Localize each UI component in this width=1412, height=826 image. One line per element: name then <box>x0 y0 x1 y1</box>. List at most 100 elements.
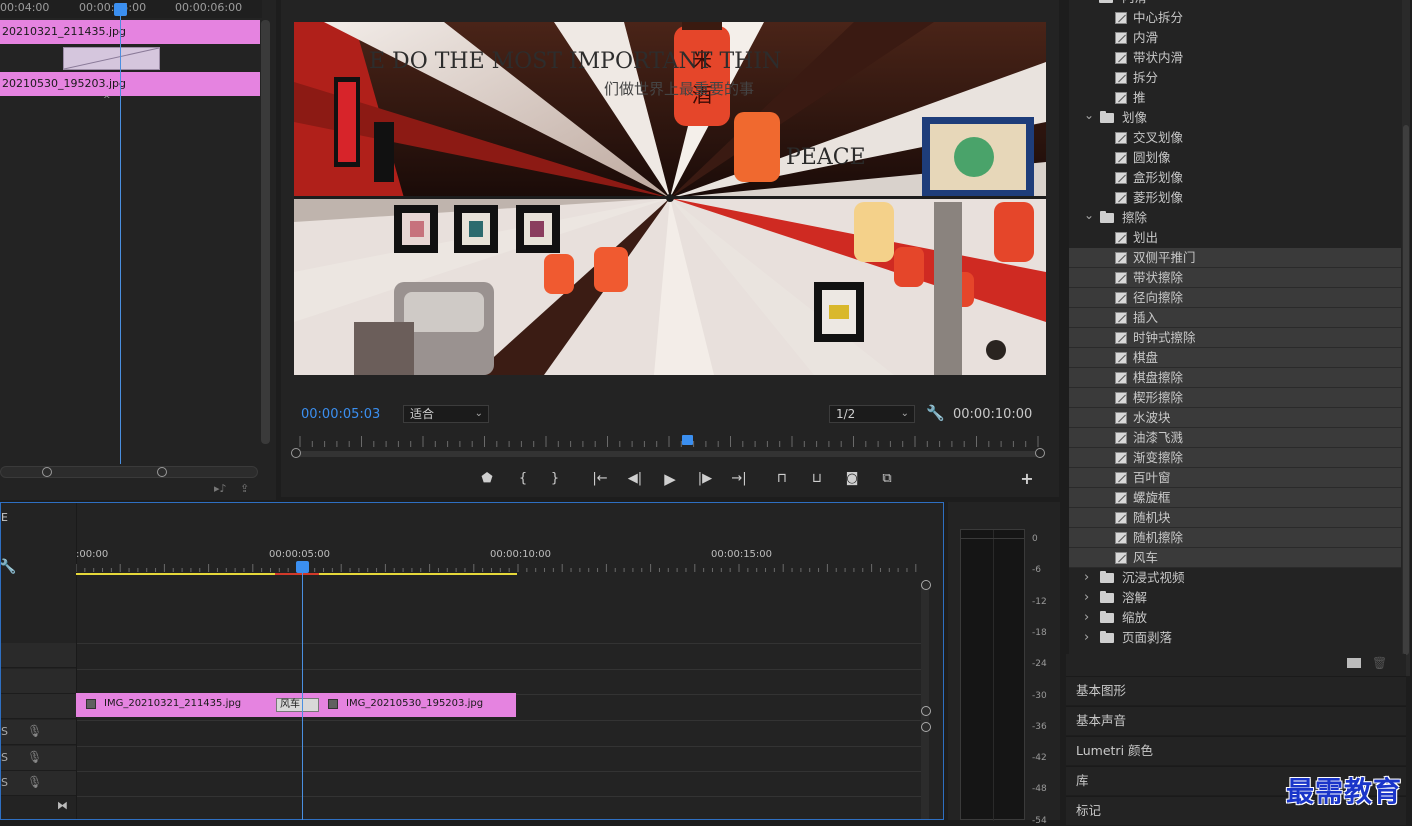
new-bin-icon[interactable] <box>1347 658 1361 668</box>
effect-item[interactable]: 盒形划像 <box>1069 168 1401 188</box>
go-to-out-button[interactable]: →| <box>729 470 749 488</box>
effects-scrollbar-thumb[interactable] <box>1403 125 1409 655</box>
extract-button[interactable]: ⊔ <box>807 470 827 488</box>
timeline-vertical-scrollbar[interactable] <box>921 583 929 819</box>
trash-icon[interactable]: 🗑 <box>1372 656 1387 670</box>
current-timecode[interactable]: 00:00:05:03 <box>301 407 380 422</box>
effect-item[interactable]: 风车 <box>1069 548 1401 568</box>
compare-view-button[interactable]: ⧉ <box>877 470 897 488</box>
effect-folder[interactable]: › 页面剥落 <box>1069 628 1401 648</box>
chevron-down-icon[interactable]: ⌄ <box>1084 205 1094 225</box>
scroll-handle-right[interactable] <box>157 467 167 477</box>
chevron-down-icon[interactable]: ⌄ <box>1084 105 1094 125</box>
source-clip-b[interactable]: 20210530_195203.jpg <box>0 72 260 96</box>
effect-item[interactable]: 百叶窗 <box>1069 468 1401 488</box>
chevron-up-icon[interactable]: ^ <box>103 95 111 105</box>
effect-item[interactable]: 推 <box>1069 88 1401 108</box>
wrench-icon[interactable]: 🔧 <box>926 404 945 422</box>
effect-item[interactable]: 圆划像 <box>1069 148 1401 168</box>
timeline-clip-b[interactable]: IMG_20210530_195203.jpg <box>318 693 516 717</box>
export-icon[interactable]: ⇪ <box>240 482 249 495</box>
effect-item[interactable]: 菱形划像 <box>1069 188 1401 208</box>
microphone-icon[interactable]: 🎙 <box>27 750 42 764</box>
effect-item[interactable]: 油漆飞溅 <box>1069 428 1401 448</box>
source-transition[interactable] <box>63 47 160 70</box>
add-button[interactable]: + <box>1017 470 1037 488</box>
add-marker-button[interactable]: ⬟ <box>477 470 497 488</box>
timeline-clip-a[interactable]: IMG_20210321_211435.jpg <box>76 693 276 717</box>
track-solo-label[interactable]: S <box>1 776 8 789</box>
track-solo-label[interactable]: S <box>1 751 8 764</box>
effect-folder[interactable]: ⌄ 划像 <box>1069 108 1401 128</box>
resolution-select[interactable]: 1/2 ⌄ <box>829 405 915 423</box>
mark-out-button[interactable]: } <box>545 470 565 488</box>
effect-item[interactable]: 随机块 <box>1069 508 1401 528</box>
program-zoom-bar[interactable] <box>291 448 1045 458</box>
track-header-a3[interactable]: S 🎙 <box>1 771 76 796</box>
scroll-handle-mid[interactable] <box>921 706 931 716</box>
section-lumetri-color[interactable]: Lumetri 颜色 <box>1066 736 1406 765</box>
section-essential-graphics[interactable]: 基本图形 <box>1066 676 1406 705</box>
microphone-icon[interactable]: 🎙 <box>27 775 42 789</box>
effect-item[interactable]: 插入 <box>1069 308 1401 328</box>
track-header-v0[interactable] <box>1 694 76 719</box>
expand-tracks-icon[interactable]: ⧓ <box>57 799 68 812</box>
zoom-handle-left[interactable] <box>291 448 301 458</box>
source-time-ruler[interactable]: 00:04:00 00:00:05:00 00:00:06:00 <box>0 0 262 18</box>
effect-item[interactable]: 带状擦除 <box>1069 268 1401 288</box>
timeline-time-ruler[interactable]: :00:00 00:00:05:00 00:00:10:00 00:00:15:… <box>76 540 922 576</box>
effect-item[interactable]: 时钟式擦除 <box>1069 328 1401 348</box>
scroll-handle-top[interactable] <box>921 580 931 590</box>
effect-item[interactable]: 交叉划像 <box>1069 128 1401 148</box>
section-essential-sound[interactable]: 基本声音 <box>1066 706 1406 735</box>
step-forward-button[interactable]: |▶ <box>695 470 715 488</box>
track-header-v1[interactable] <box>1 669 76 694</box>
track-solo-label[interactable]: S <box>1 725 8 738</box>
effect-item[interactable]: 水波块 <box>1069 408 1401 428</box>
camera-icon[interactable]: ◙ <box>842 470 862 488</box>
source-clip-a[interactable]: 20210321_211435.jpg <box>0 20 260 44</box>
chevron-right-icon[interactable]: › <box>1084 568 1089 588</box>
track-header-v2[interactable] <box>1 643 76 668</box>
folder-top[interactable]: 内滑 <box>1069 0 1401 8</box>
effect-item[interactable]: 棋盘 <box>1069 348 1401 368</box>
play-button[interactable]: ▶ <box>660 470 680 488</box>
microphone-icon[interactable]: 🎙 <box>27 724 42 738</box>
source-vertical-scrollbar[interactable] <box>261 20 270 444</box>
effect-folder[interactable]: › 沉浸式视频 <box>1069 568 1401 588</box>
track-header-a1[interactable]: S 🎙 <box>1 720 76 745</box>
scroll-handle-left[interactable] <box>42 467 52 477</box>
effect-item[interactable]: 渐变擦除 <box>1069 448 1401 468</box>
effect-item[interactable]: 径向擦除 <box>1069 288 1401 308</box>
scroll-handle-low[interactable] <box>921 722 931 732</box>
timeline-transition[interactable]: 风车 <box>276 698 319 712</box>
effect-item[interactable]: 双侧平推门 <box>1069 248 1401 268</box>
effect-item[interactable]: 拆分 <box>1069 68 1401 88</box>
source-horizontal-scrollbar[interactable] <box>0 466 258 478</box>
fit-select[interactable]: 适合 ⌄ <box>403 405 489 423</box>
track-header-a2[interactable]: S 🎙 <box>1 746 76 771</box>
filter-audio-icon[interactable]: ▸♪ <box>214 482 227 495</box>
go-to-in-button[interactable]: |← <box>590 470 610 488</box>
effect-item[interactable]: 螺旋框 <box>1069 488 1401 508</box>
lift-button[interactable]: ⊓ <box>772 470 792 488</box>
effect-item[interactable]: 带状内滑 <box>1069 48 1401 68</box>
effect-folder[interactable]: ⌄ 擦除 <box>1069 208 1401 228</box>
effect-folder[interactable]: › 溶解 <box>1069 588 1401 608</box>
step-back-button[interactable]: ◀| <box>625 470 645 488</box>
effect-folder[interactable]: › 缩放 <box>1069 608 1401 628</box>
effect-item[interactable]: 内滑 <box>1069 28 1401 48</box>
effect-item[interactable]: 棋盘擦除 <box>1069 368 1401 388</box>
mark-in-button[interactable]: { <box>513 470 533 488</box>
effect-item[interactable]: 划出 <box>1069 228 1401 248</box>
program-video-frame[interactable]: 米 酒 PEACE E DO THE MOST IMPORTANT THIN 们… <box>294 22 1046 375</box>
timeline-playhead-handle[interactable] <box>296 561 309 573</box>
program-time-ruler[interactable] <box>294 433 1046 449</box>
chevron-right-icon[interactable]: › <box>1084 608 1089 628</box>
effect-item[interactable]: 随机擦除 <box>1069 528 1401 548</box>
effect-item[interactable]: 中心拆分 <box>1069 8 1401 28</box>
wrench-icon[interactable]: 🔧 <box>1 559 16 575</box>
chevron-right-icon[interactable]: › <box>1084 588 1089 608</box>
source-playhead-handle[interactable] <box>114 3 127 16</box>
timeline-tab-label[interactable]: E <box>1 511 8 524</box>
